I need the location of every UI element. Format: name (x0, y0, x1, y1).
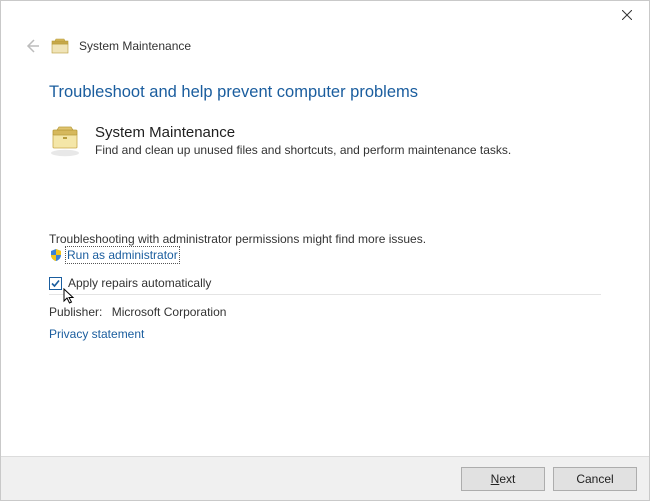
maintenance-header-icon (51, 38, 69, 54)
section-description: Find and clean up unused files and short… (95, 143, 511, 157)
checkmark-icon (50, 278, 61, 289)
admin-link-row: Run as administrator (49, 248, 601, 262)
apply-repairs-label: Apply repairs automatically (68, 276, 211, 290)
run-as-admin-link[interactable]: Run as administrator (67, 248, 178, 262)
next-button[interactable]: Next (461, 467, 545, 491)
admin-hint-text: Troubleshooting with administrator permi… (49, 232, 601, 246)
divider (49, 294, 601, 295)
content-area: Troubleshoot and help prevent computer p… (1, 59, 649, 347)
cursor-icon (63, 288, 77, 306)
back-button (23, 37, 41, 55)
troubleshooter-section: System Maintenance Find and clean up unu… (49, 124, 601, 158)
section-title: System Maintenance (95, 124, 511, 141)
close-button[interactable] (605, 1, 649, 29)
publisher-row: Publisher: Microsoft Corporation (49, 305, 601, 319)
footer-button-bar: Next Cancel (1, 456, 649, 500)
titlebar (1, 1, 649, 31)
header-row: System Maintenance (1, 31, 649, 59)
apply-repairs-checkbox-row: Apply repairs automatically (49, 276, 601, 290)
page-heading: Troubleshoot and help prevent computer p… (49, 83, 601, 102)
section-text: System Maintenance Find and clean up unu… (95, 124, 511, 157)
back-arrow-icon (24, 38, 40, 54)
troubleshooter-window: System Maintenance Troubleshoot and help… (0, 0, 650, 501)
privacy-statement-link[interactable]: Privacy statement (49, 327, 144, 341)
publisher-label: Publisher: (49, 305, 102, 319)
shield-icon (49, 248, 63, 262)
maintenance-section-icon (49, 124, 83, 158)
close-icon (622, 10, 632, 20)
cancel-button[interactable]: Cancel (553, 467, 637, 491)
apply-repairs-checkbox[interactable] (49, 277, 62, 290)
publisher-value: Microsoft Corporation (112, 305, 227, 319)
header-title: System Maintenance (79, 39, 191, 53)
